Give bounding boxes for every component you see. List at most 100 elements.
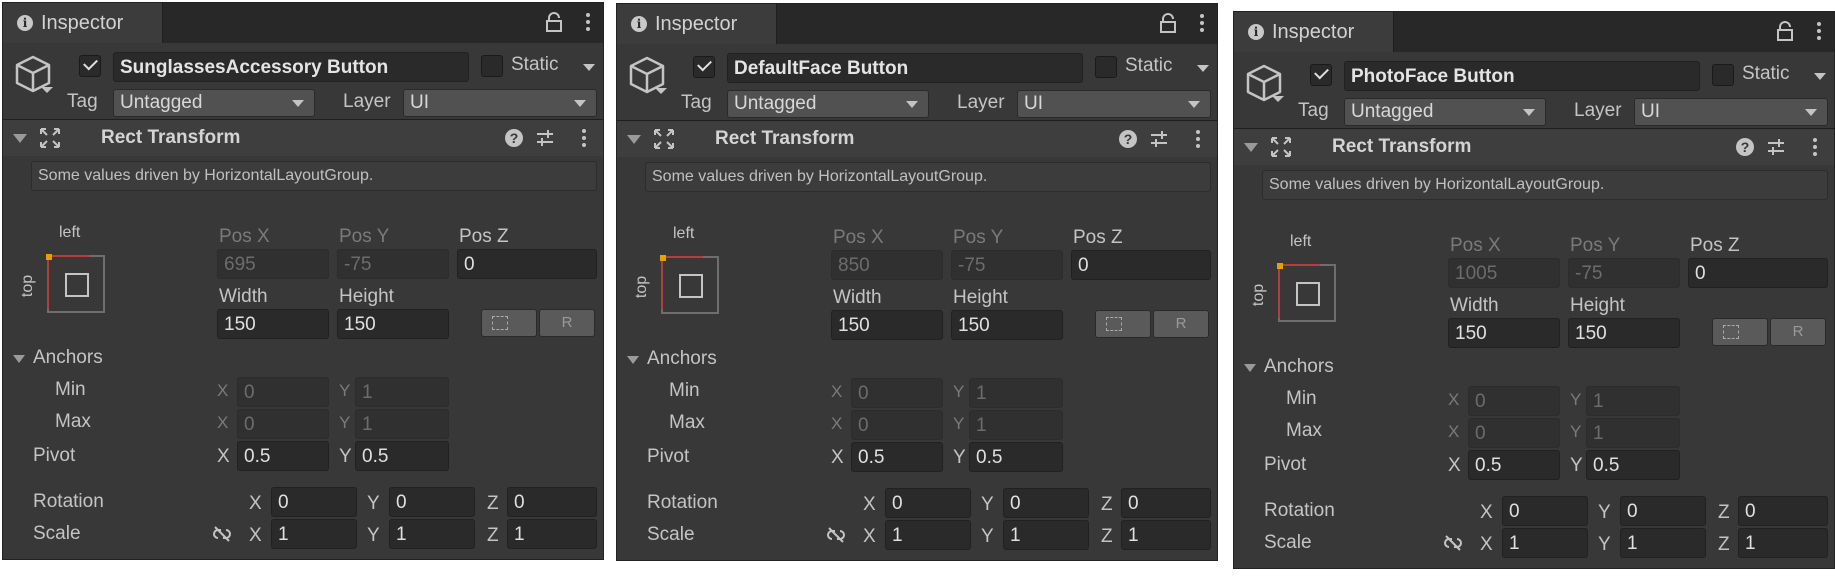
lock-icon[interactable]: [545, 12, 563, 32]
max-label: Max: [669, 412, 705, 433]
width-field[interactable]: 150: [217, 309, 329, 339]
help-icon[interactable]: ?: [505, 129, 523, 147]
cube-dropdown-arrow-icon[interactable]: [41, 87, 53, 93]
active-checkbox[interactable]: [79, 55, 101, 77]
rotation-y-field[interactable]: 0: [1620, 496, 1706, 526]
layer-dropdown[interactable]: UI: [1017, 90, 1211, 118]
rect-transform-header[interactable]: Rect Transform ?: [617, 121, 1217, 157]
help-icon[interactable]: ?: [1119, 130, 1137, 148]
scale-y-field[interactable]: 1: [1620, 528, 1706, 558]
presets-icon[interactable]: [535, 128, 555, 148]
width-field[interactable]: 150: [831, 310, 943, 340]
blueprint-mode-button[interactable]: [1095, 310, 1151, 338]
lock-icon[interactable]: [1776, 21, 1794, 41]
static-dropdown-arrow-icon[interactable]: [1197, 65, 1209, 72]
blueprint-mode-button[interactable]: [481, 309, 537, 337]
pos-z-field[interactable]: 0: [1071, 250, 1211, 280]
pivot-y-field[interactable]: 0.5: [1586, 450, 1680, 480]
constrain-proportions-icon[interactable]: [825, 526, 847, 544]
anchor-preset-button[interactable]: [1277, 263, 1336, 322]
anchors-label[interactable]: Anchors: [647, 348, 717, 370]
tab-inspector[interactable]: i Inspector: [3, 3, 163, 43]
static-dropdown-arrow-icon[interactable]: [583, 64, 595, 71]
tag-dropdown[interactable]: Untagged: [727, 90, 929, 118]
anchors-label[interactable]: Anchors: [33, 347, 103, 369]
height-field[interactable]: 150: [337, 309, 449, 339]
rotation-x-field[interactable]: 0: [885, 488, 971, 518]
tab-inspector[interactable]: i Inspector: [1234, 12, 1394, 52]
rotation-y-field[interactable]: 0: [389, 487, 475, 517]
anchors-label[interactable]: Anchors: [1264, 356, 1334, 378]
raw-edit-mode-button[interactable]: R: [1770, 318, 1826, 346]
scale-x-field[interactable]: 1: [271, 519, 357, 549]
height-field[interactable]: 150: [1568, 318, 1680, 348]
rect-transform-header[interactable]: Rect Transform ?: [3, 120, 603, 156]
foldout-arrow-icon[interactable]: [627, 135, 641, 144]
pos-z-field[interactable]: 0: [457, 249, 597, 279]
scale-y-field[interactable]: 1: [1003, 520, 1089, 550]
presets-icon[interactable]: [1149, 129, 1169, 149]
scale-y-field[interactable]: 1: [389, 519, 475, 549]
tag-dropdown[interactable]: Untagged: [1344, 98, 1546, 126]
rotation-z-field[interactable]: 0: [1738, 496, 1828, 526]
rotation-y-field[interactable]: 0: [1003, 488, 1089, 518]
static-checkbox[interactable]: [1095, 56, 1117, 78]
tag-dropdown[interactable]: Untagged: [113, 89, 315, 117]
lock-icon[interactable]: [1159, 13, 1177, 33]
static-checkbox[interactable]: [1712, 64, 1734, 86]
component-more-icon[interactable]: [579, 127, 589, 149]
rect-transform-header[interactable]: Rect Transform ?: [1234, 129, 1834, 165]
anchors-foldout-icon[interactable]: [13, 355, 25, 363]
scale-x-field[interactable]: 1: [1502, 528, 1588, 558]
tag-label: Tag: [67, 91, 98, 112]
object-name-field[interactable]: DefaultFace Button: [727, 53, 1083, 83]
more-options-icon[interactable]: [1197, 12, 1207, 34]
constrain-proportions-icon[interactable]: [1442, 534, 1464, 552]
more-options-icon[interactable]: [1814, 20, 1824, 42]
cube-dropdown-arrow-icon[interactable]: [1272, 96, 1284, 102]
blueprint-icon: [1106, 317, 1122, 331]
constrain-proportions-icon[interactable]: [211, 525, 233, 543]
rotation-x-field[interactable]: 0: [271, 487, 357, 517]
rotation-z-field[interactable]: 0: [507, 487, 597, 517]
component-more-icon[interactable]: [1810, 136, 1820, 158]
raw-edit-mode-button[interactable]: R: [539, 309, 595, 337]
width-field[interactable]: 150: [1448, 318, 1560, 348]
tab-inspector[interactable]: i Inspector: [617, 4, 777, 44]
static-checkbox[interactable]: [481, 55, 503, 77]
pos-y-field: -75: [951, 250, 1063, 280]
rotation-z-field[interactable]: 0: [1121, 488, 1211, 518]
height-field[interactable]: 150: [951, 310, 1063, 340]
rotation-x-field[interactable]: 0: [1502, 496, 1588, 526]
scale-z-field[interactable]: 1: [1738, 528, 1828, 558]
help-icon[interactable]: ?: [1736, 138, 1754, 156]
scale-z-field[interactable]: 1: [507, 519, 597, 549]
pivot-x-field[interactable]: 0.5: [1468, 450, 1560, 480]
scale-x-field[interactable]: 1: [885, 520, 971, 550]
blueprint-mode-button[interactable]: [1712, 318, 1768, 346]
pivot-x-field[interactable]: 0.5: [237, 441, 329, 471]
component-more-icon[interactable]: [1193, 128, 1203, 150]
active-checkbox[interactable]: [693, 56, 715, 78]
scale-z-field[interactable]: 1: [1121, 520, 1211, 550]
active-checkbox[interactable]: [1310, 64, 1332, 86]
layer-dropdown[interactable]: UI: [1634, 98, 1828, 126]
layer-dropdown[interactable]: UI: [403, 89, 597, 117]
foldout-arrow-icon[interactable]: [13, 134, 27, 143]
pivot-y-field[interactable]: 0.5: [355, 441, 449, 471]
anchors-foldout-icon[interactable]: [627, 356, 639, 364]
pivot-y-field[interactable]: 0.5: [969, 442, 1063, 472]
anchors-foldout-icon[interactable]: [1244, 364, 1256, 372]
pivot-x-field[interactable]: 0.5: [851, 442, 943, 472]
raw-edit-mode-button[interactable]: R: [1153, 310, 1209, 338]
object-name-field[interactable]: PhotoFace Button: [1344, 61, 1700, 91]
more-options-icon[interactable]: [583, 11, 593, 33]
pos-z-field[interactable]: 0: [1688, 258, 1828, 288]
object-name-field[interactable]: SunglassesAccessory Button: [113, 52, 469, 82]
presets-icon[interactable]: [1766, 137, 1786, 157]
anchor-preset-button[interactable]: [46, 254, 105, 313]
anchor-preset-button[interactable]: [660, 255, 719, 314]
cube-dropdown-arrow-icon[interactable]: [655, 88, 667, 94]
static-dropdown-arrow-icon[interactable]: [1814, 73, 1826, 80]
foldout-arrow-icon[interactable]: [1244, 143, 1258, 152]
